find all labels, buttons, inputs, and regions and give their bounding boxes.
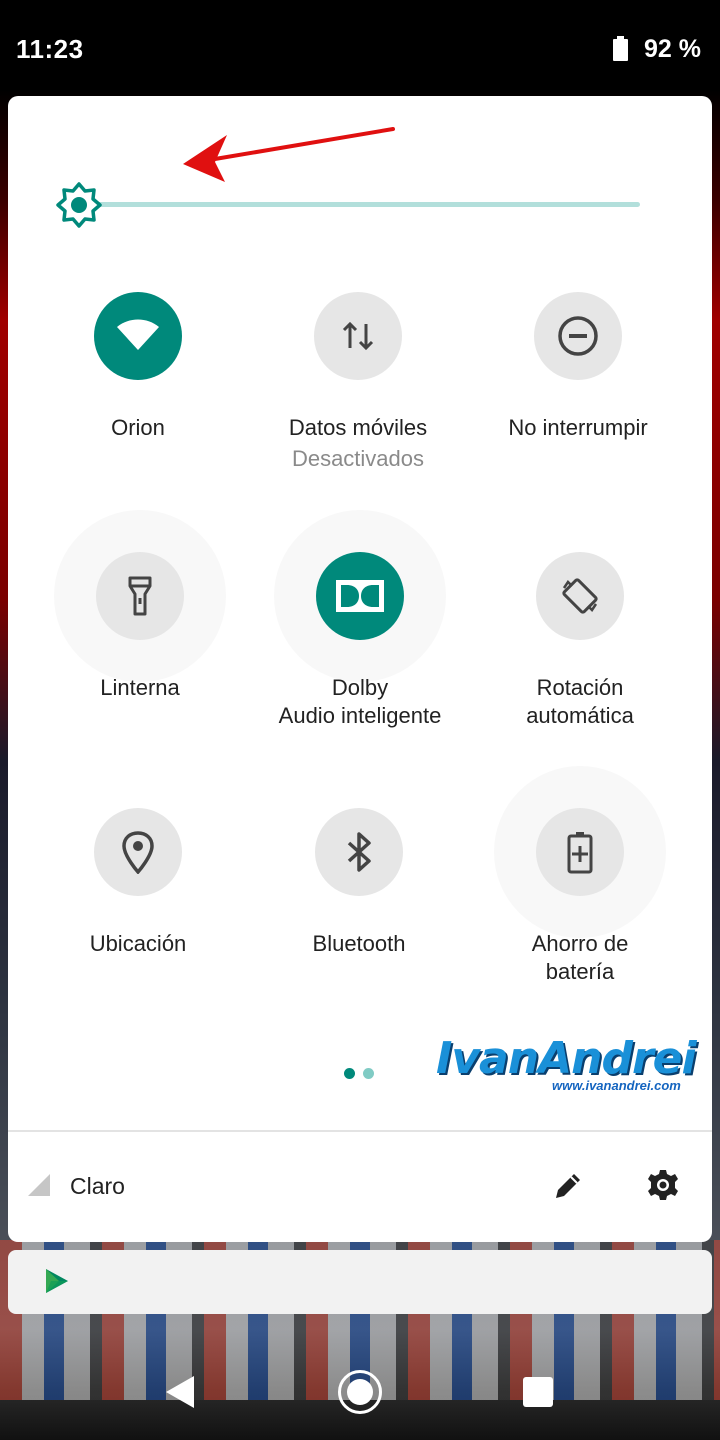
tile-location[interactable]: Ubicación (28, 808, 248, 958)
location-pin-icon[interactable] (94, 808, 182, 896)
tile-auto-rotate-label: Rotación (536, 675, 624, 700)
tile-do-not-disturb[interactable]: No interrumpir (468, 292, 688, 442)
tile-mobile-data[interactable]: Datos móviles Desactivados (248, 292, 468, 474)
tile-dnd-label: No interrumpir (508, 415, 648, 440)
do-not-disturb-icon[interactable] (534, 292, 622, 380)
tile-battery-saver-label-line2: batería (545, 959, 615, 984)
tile-wifi[interactable]: Orion (28, 292, 248, 442)
page-dot-active (344, 1068, 355, 1079)
tile-auto-rotate-label-line2: automática (526, 703, 634, 728)
tile-dolby-label: Dolby (331, 675, 389, 700)
tile-bluetooth-label: Bluetooth (312, 931, 406, 956)
status-time: 11:23 (16, 34, 84, 64)
play-store-icon (46, 1269, 68, 1293)
tile-flashlight[interactable]: Linterna (30, 510, 250, 702)
tile-mobile-data-sublabel: Desactivados (291, 446, 425, 471)
footer-divider (8, 1130, 712, 1132)
annotation-arrow-icon (183, 127, 395, 182)
brightness-slider[interactable] (96, 202, 640, 207)
tile-battery-saver[interactable]: Ahorro de batería (470, 766, 690, 986)
tile-bluetooth[interactable]: Bluetooth (249, 808, 469, 958)
wifi-icon[interactable] (94, 292, 182, 380)
settings-icon[interactable] (646, 1168, 680, 1202)
signal-icon (28, 1174, 50, 1196)
tile-location-label: Ubicación (89, 931, 187, 956)
tile-dolby-label-line2: Audio inteligente (278, 703, 442, 728)
brightness-icon[interactable] (56, 182, 102, 228)
tile-dolby[interactable]: Dolby Audio inteligente (250, 510, 470, 730)
tile-battery-saver-label: Ahorro de (531, 931, 629, 956)
notification-play-store[interactable] (8, 1250, 712, 1314)
battery-saver-icon[interactable] (536, 808, 624, 896)
tile-auto-rotate[interactable]: Rotación automática (470, 552, 690, 730)
battery-full-icon (613, 36, 628, 61)
watermark-logo: IvanAndrei www.ivanandrei.com (436, 1033, 697, 1094)
flashlight-icon[interactable] (96, 552, 184, 640)
battery-percent: 92 % (644, 35, 701, 63)
carrier-name: Claro (70, 1173, 125, 1199)
mobile-data-icon[interactable] (314, 292, 402, 380)
navigation-bar (0, 1340, 720, 1440)
page-dot-inactive (363, 1068, 374, 1079)
bluetooth-icon[interactable] (315, 808, 403, 896)
home-icon[interactable] (338, 1370, 382, 1414)
edit-icon[interactable] (552, 1170, 584, 1202)
rotate-icon[interactable] (536, 552, 624, 640)
page-indicator (344, 1066, 382, 1084)
tile-flashlight-label: Linterna (100, 675, 180, 700)
recents-icon[interactable] (523, 1377, 553, 1407)
tile-mobile-data-label: Datos móviles (288, 415, 428, 440)
back-icon[interactable] (164, 1374, 196, 1410)
tile-wifi-label: Orion (111, 415, 165, 440)
watermark-url: www.ivanandrei.com (552, 1078, 681, 1093)
status-bar: 11:23 92 % (0, 0, 720, 96)
dolby-icon[interactable] (316, 552, 404, 640)
watermark-title: IvanAndrei (436, 1033, 697, 1084)
